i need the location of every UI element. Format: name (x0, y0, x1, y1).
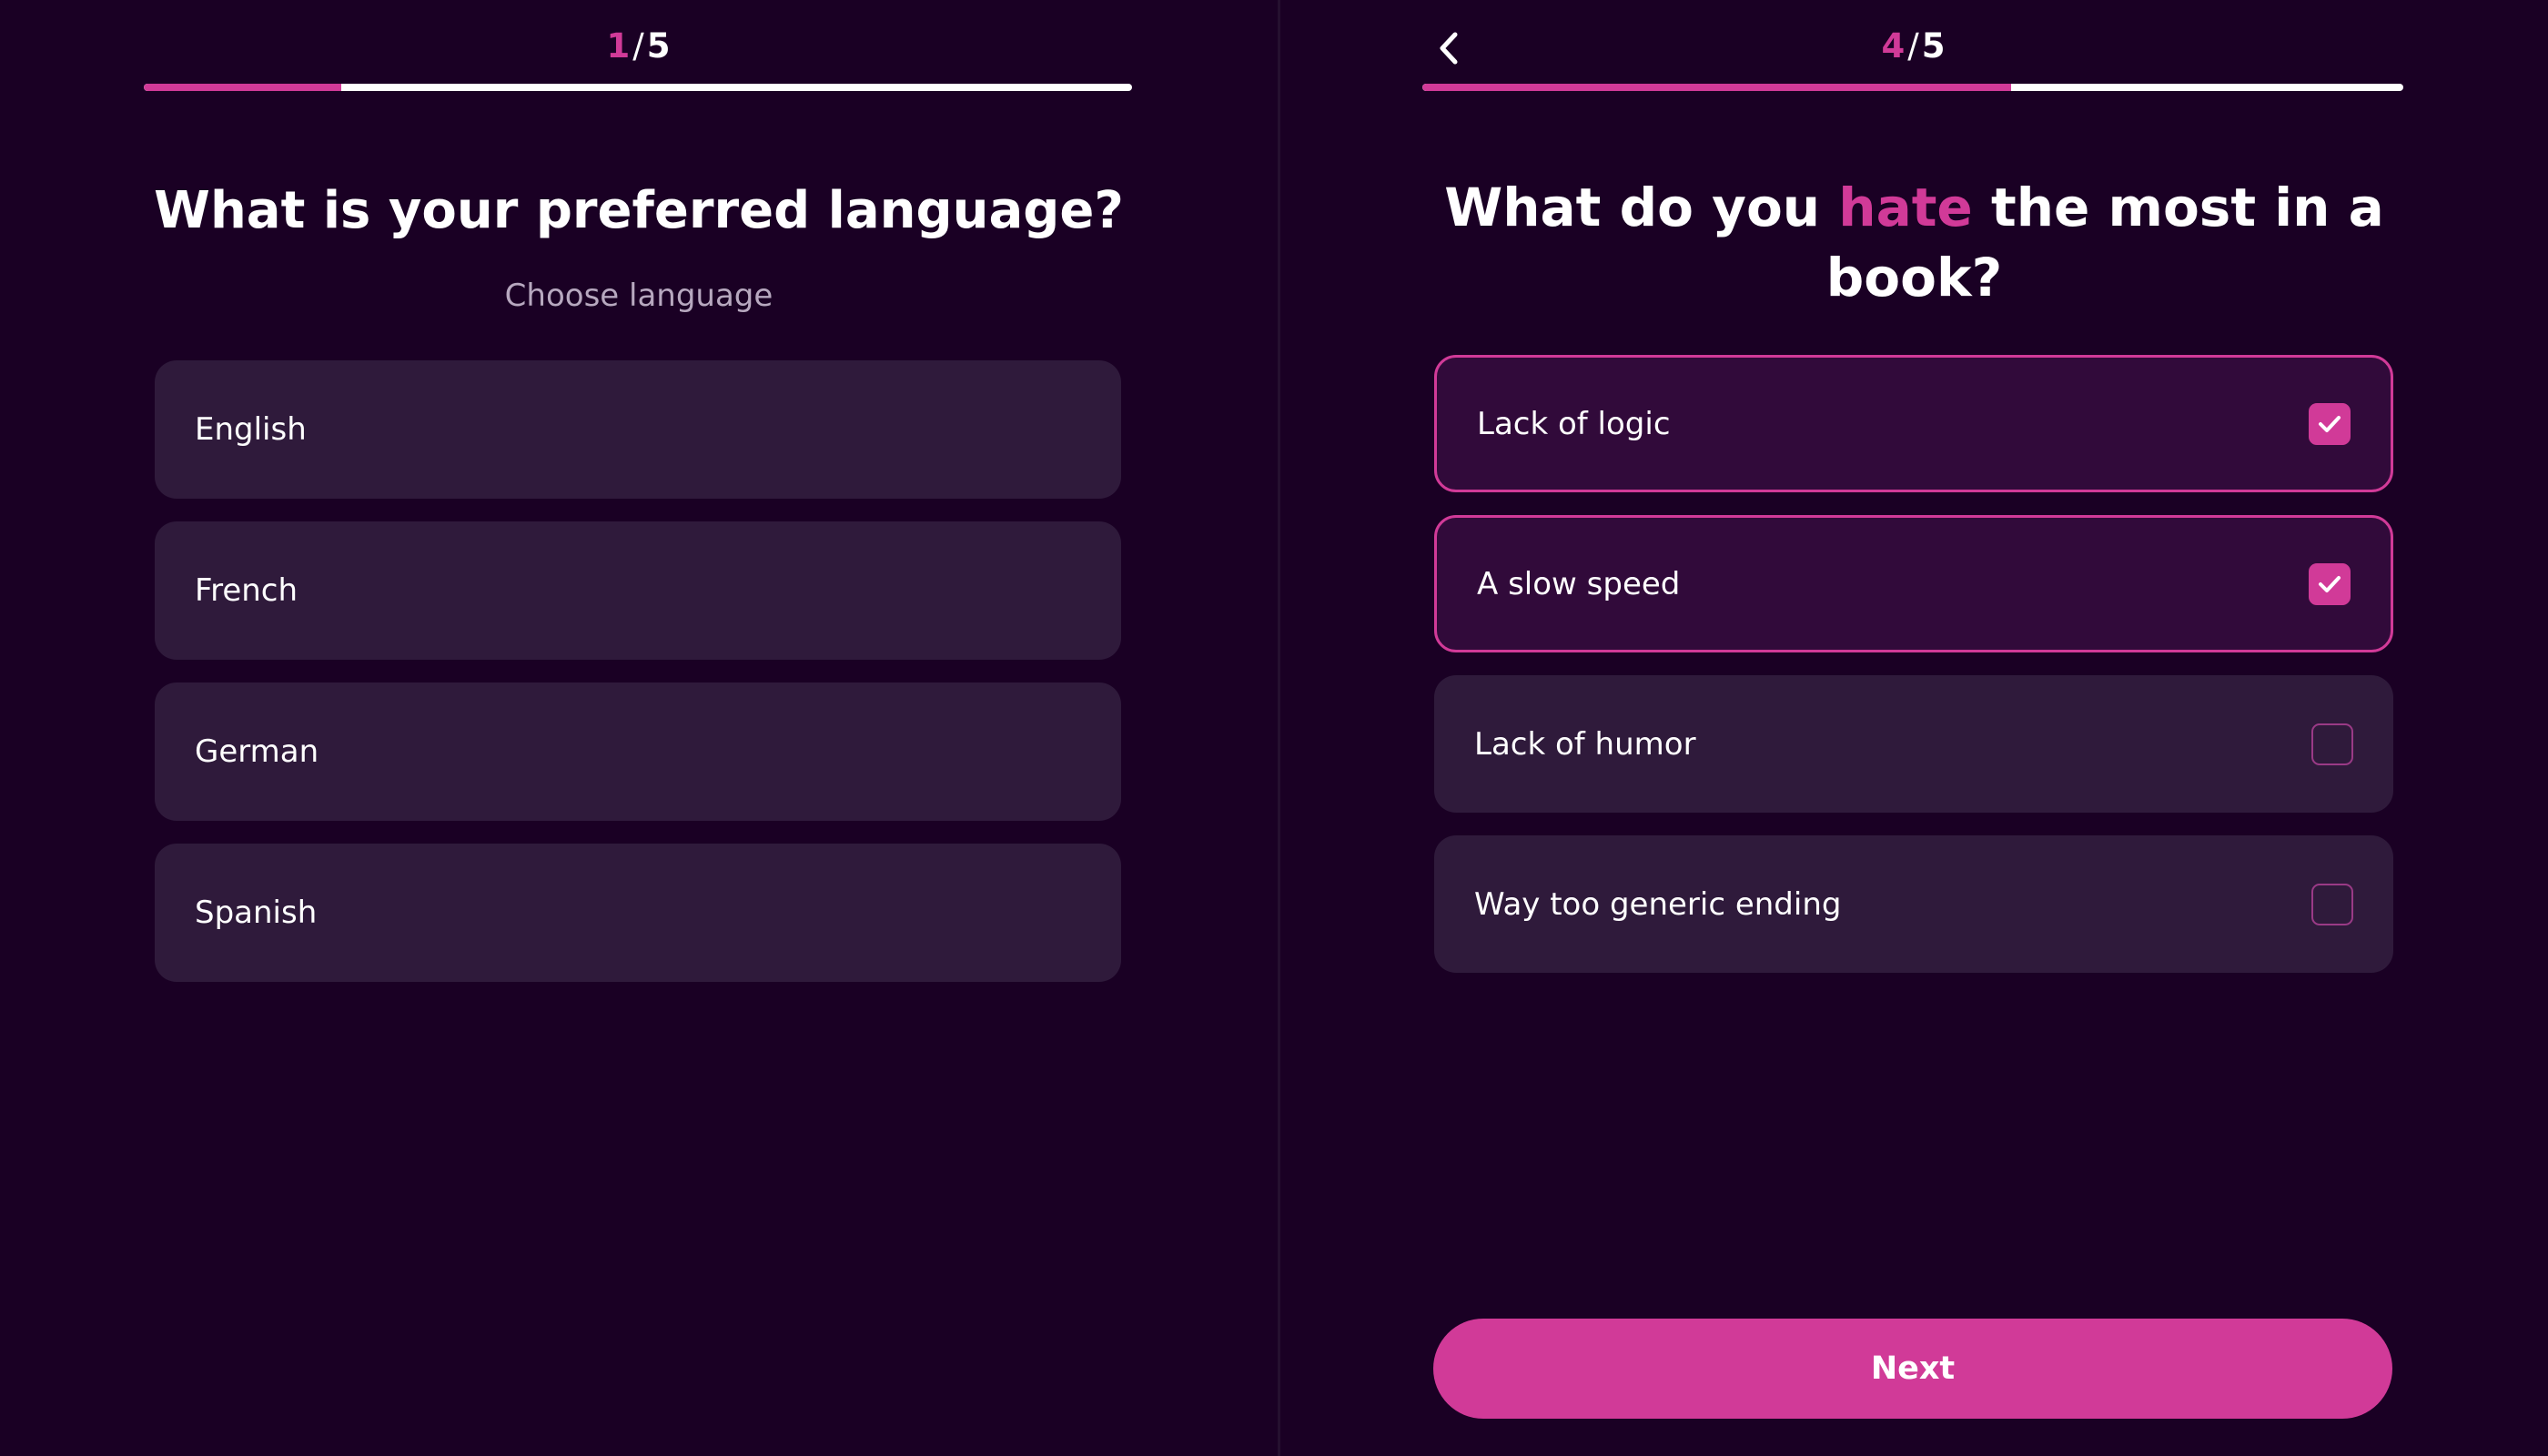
step-current: 1 (606, 26, 632, 66)
chevron-left-icon (1440, 32, 1458, 65)
option-lack-of-humor[interactable]: Lack of humor (1434, 675, 2393, 813)
option-label: German (195, 733, 319, 770)
step-separator: / (632, 26, 645, 66)
option-label: French (195, 572, 298, 609)
step-total: 5 (646, 26, 672, 66)
step-separator: / (1907, 26, 1920, 66)
option-checkbox[interactable] (2309, 562, 2351, 605)
option-label: Way too generic ending (1474, 885, 1842, 923)
language-option-german[interactable]: German (155, 682, 1121, 821)
option-label: Lack of humor (1474, 725, 1696, 763)
option-checkbox[interactable] (2309, 402, 2351, 445)
page-subtitle: Choose language (504, 278, 774, 314)
option-label: English (195, 411, 307, 448)
option-checkbox[interactable] (2311, 883, 2353, 925)
progress-bar (1422, 84, 2403, 91)
option-label: Spanish (195, 895, 318, 931)
language-option-french[interactable]: French (155, 521, 1121, 660)
step-current: 4 (1881, 26, 1906, 66)
option-label: A slow speed (1477, 565, 1681, 602)
option-lack-of-logic[interactable]: Lack of logic (1434, 355, 2393, 492)
option-a-slow-speed[interactable]: A slow speed (1434, 515, 2393, 652)
language-option-english[interactable]: English (155, 360, 1121, 499)
next-button[interactable]: Next (1433, 1319, 2392, 1419)
progress-fill (144, 84, 342, 91)
dislikes-screen: 4/5 What do you hate the most in a book?… (1280, 0, 2548, 1456)
language-screen: 1/5 What is your preferred language? Cho… (0, 0, 1278, 1456)
page-title: What do you hate the most in a book? (1426, 173, 2402, 313)
step-total: 5 (1921, 26, 1946, 66)
title-highlight: hate (1838, 177, 1973, 238)
step-counter: 1/5 (502, 24, 775, 69)
back-button[interactable] (1426, 25, 1471, 71)
title-text-before: What do you (1444, 177, 1839, 238)
language-option-spanish[interactable]: Spanish (155, 844, 1121, 982)
page-title: What is your preferred language? (154, 181, 1124, 240)
option-label: Lack of logic (1477, 405, 1671, 442)
step-counter: 4/5 (1777, 24, 2050, 69)
option-way-too-generic-ending[interactable]: Way too generic ending (1434, 835, 2393, 973)
checkmark-icon (2319, 575, 2341, 592)
checkmark-icon (2319, 415, 2341, 432)
progress-bar (144, 84, 1132, 91)
option-checkbox[interactable] (2311, 723, 2353, 765)
progress-fill (1422, 84, 2011, 91)
